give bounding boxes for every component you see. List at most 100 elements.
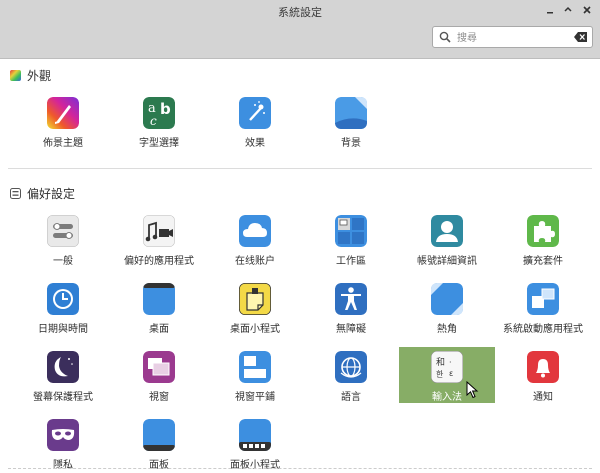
setting-windows[interactable]: 視窗: [111, 347, 207, 403]
setting-label: 一般: [53, 256, 73, 267]
svg-text:b: b: [160, 100, 171, 118]
screensaver-icon: [47, 351, 79, 383]
setting-applets[interactable]: 面板小程式: [207, 415, 303, 471]
privacy-icon: [47, 419, 79, 451]
setting-fonts[interactable]: a b c 字型選擇: [111, 93, 207, 149]
setting-label: 佈景主題: [43, 138, 83, 149]
section-appearance-header: 外觀: [10, 67, 51, 84]
minimize-button[interactable]: [543, 3, 557, 17]
setting-effects[interactable]: 效果: [207, 93, 303, 149]
setting-label: 字型選擇: [139, 138, 179, 149]
setting-accessibility[interactable]: 無障礙: [303, 279, 399, 335]
preferred-apps-icon: [143, 215, 175, 247]
svg-text:c: c: [150, 114, 157, 128]
setting-online-accounts[interactable]: 在线账户: [207, 211, 303, 267]
close-icon: [583, 6, 591, 14]
setting-themes[interactable]: 佈景主題: [15, 93, 111, 149]
setting-hot-corners[interactable]: 熱角: [399, 279, 495, 335]
extensions-icon: [527, 215, 559, 247]
section-appearance-title: 外觀: [27, 69, 52, 83]
setting-label: 在线账户: [235, 256, 275, 267]
setting-desklets[interactable]: 桌面小程式: [207, 279, 303, 335]
notifications-icon: [527, 351, 559, 383]
svg-text:和: 和: [436, 357, 445, 368]
setting-window-tiling[interactable]: 視窗平鋪: [207, 347, 303, 403]
setting-label: 桌面小程式: [230, 324, 280, 335]
setting-languages[interactable]: 語言: [303, 347, 399, 403]
mouse-pointer-icon: [466, 381, 479, 399]
windows-icon: [143, 351, 175, 383]
setting-backgrounds[interactable]: 背景: [303, 93, 399, 149]
section-preferences-header: 偏好設定: [10, 185, 75, 202]
hot-corners-icon: [431, 283, 463, 315]
setting-label: 背景: [341, 138, 361, 149]
setting-panel[interactable]: 面板: [111, 415, 207, 471]
setting-workspaces[interactable]: 工作區: [303, 211, 399, 267]
appearance-section-icon: [10, 70, 21, 81]
desktop-icon: [143, 283, 175, 315]
setting-label: 熱角: [437, 324, 457, 335]
setting-label: 無障礙: [336, 324, 366, 335]
setting-label: 工作區: [336, 256, 366, 267]
window-title: 系統設定: [278, 6, 322, 19]
themes-icon: [47, 97, 79, 129]
setting-label: 語言: [341, 392, 361, 403]
setting-label: 擴充套件: [523, 256, 563, 267]
setting-label: 系統啟動應用程式: [503, 324, 583, 335]
desklets-icon: [239, 283, 271, 315]
setting-label: 視窗平鋪: [235, 392, 275, 403]
scroll-edge: [8, 468, 592, 469]
svg-text:한: 한: [436, 370, 444, 379]
fonts-icon: a b c: [143, 97, 175, 129]
clear-search-icon[interactable]: [574, 31, 588, 43]
setting-screensaver[interactable]: 螢幕保護程式: [15, 347, 111, 403]
date-time-icon: [47, 283, 79, 315]
search-icon: [439, 31, 451, 43]
setting-extensions[interactable]: 擴充套件: [495, 211, 591, 267]
setting-label: 視窗: [149, 392, 169, 403]
svg-text:ε: ε: [449, 369, 453, 378]
search-box[interactable]: [432, 26, 593, 48]
setting-input-method[interactable]: 和 한 · ε 輸入法: [399, 347, 495, 403]
startup-apps-icon: [527, 283, 559, 315]
setting-preferred-apps[interactable]: 偏好的應用程式: [111, 211, 207, 267]
languages-icon: [335, 351, 367, 383]
setting-privacy[interactable]: 隱私: [15, 415, 111, 471]
svg-text:·: ·: [449, 358, 452, 367]
setting-startup-apps[interactable]: 系統啟動應用程式: [495, 279, 591, 335]
effects-icon: [239, 97, 271, 129]
setting-general[interactable]: 一般: [15, 211, 111, 267]
setting-label: 效果: [245, 138, 265, 149]
preferences-section-icon: [10, 188, 21, 199]
input-method-icon: 和 한 · ε: [431, 351, 463, 383]
setting-label: 桌面: [149, 324, 169, 335]
minimize-icon: [547, 12, 553, 14]
restore-icon: [564, 6, 572, 12]
workspaces-icon: [335, 215, 367, 247]
setting-label: 帳號詳細資訊: [417, 256, 477, 267]
setting-label: 輸入法: [432, 392, 462, 403]
close-button[interactable]: [580, 3, 594, 17]
setting-label: 日期與時間: [38, 324, 88, 335]
settings-content: 外觀 佈景主題 a b c 字型選擇 效果 背景 偏好設定 一般 偏好的應用程式…: [0, 59, 600, 473]
setting-label: 偏好的應用程式: [124, 256, 194, 267]
setting-desktop[interactable]: 桌面: [111, 279, 207, 335]
backgrounds-icon: [335, 97, 367, 129]
section-divider: [8, 168, 592, 169]
window-tiling-icon: [239, 351, 271, 383]
general-icon: [47, 215, 79, 247]
search-input[interactable]: [455, 28, 569, 48]
setting-notifications[interactable]: 通知: [495, 347, 591, 403]
title-bar: 系統設定: [0, 0, 600, 59]
panel-icon: [143, 419, 175, 451]
account-details-icon: [431, 215, 463, 247]
accessibility-icon: [335, 283, 367, 315]
applets-icon: [239, 419, 271, 451]
setting-account-details[interactable]: 帳號詳細資訊: [399, 211, 495, 267]
section-preferences-title: 偏好設定: [27, 187, 76, 201]
setting-label: 螢幕保護程式: [33, 392, 93, 403]
setting-label: 通知: [533, 392, 553, 403]
setting-date-time[interactable]: 日期與時間: [15, 279, 111, 335]
restore-button[interactable]: [561, 3, 575, 17]
online-accounts-icon: [239, 215, 271, 247]
